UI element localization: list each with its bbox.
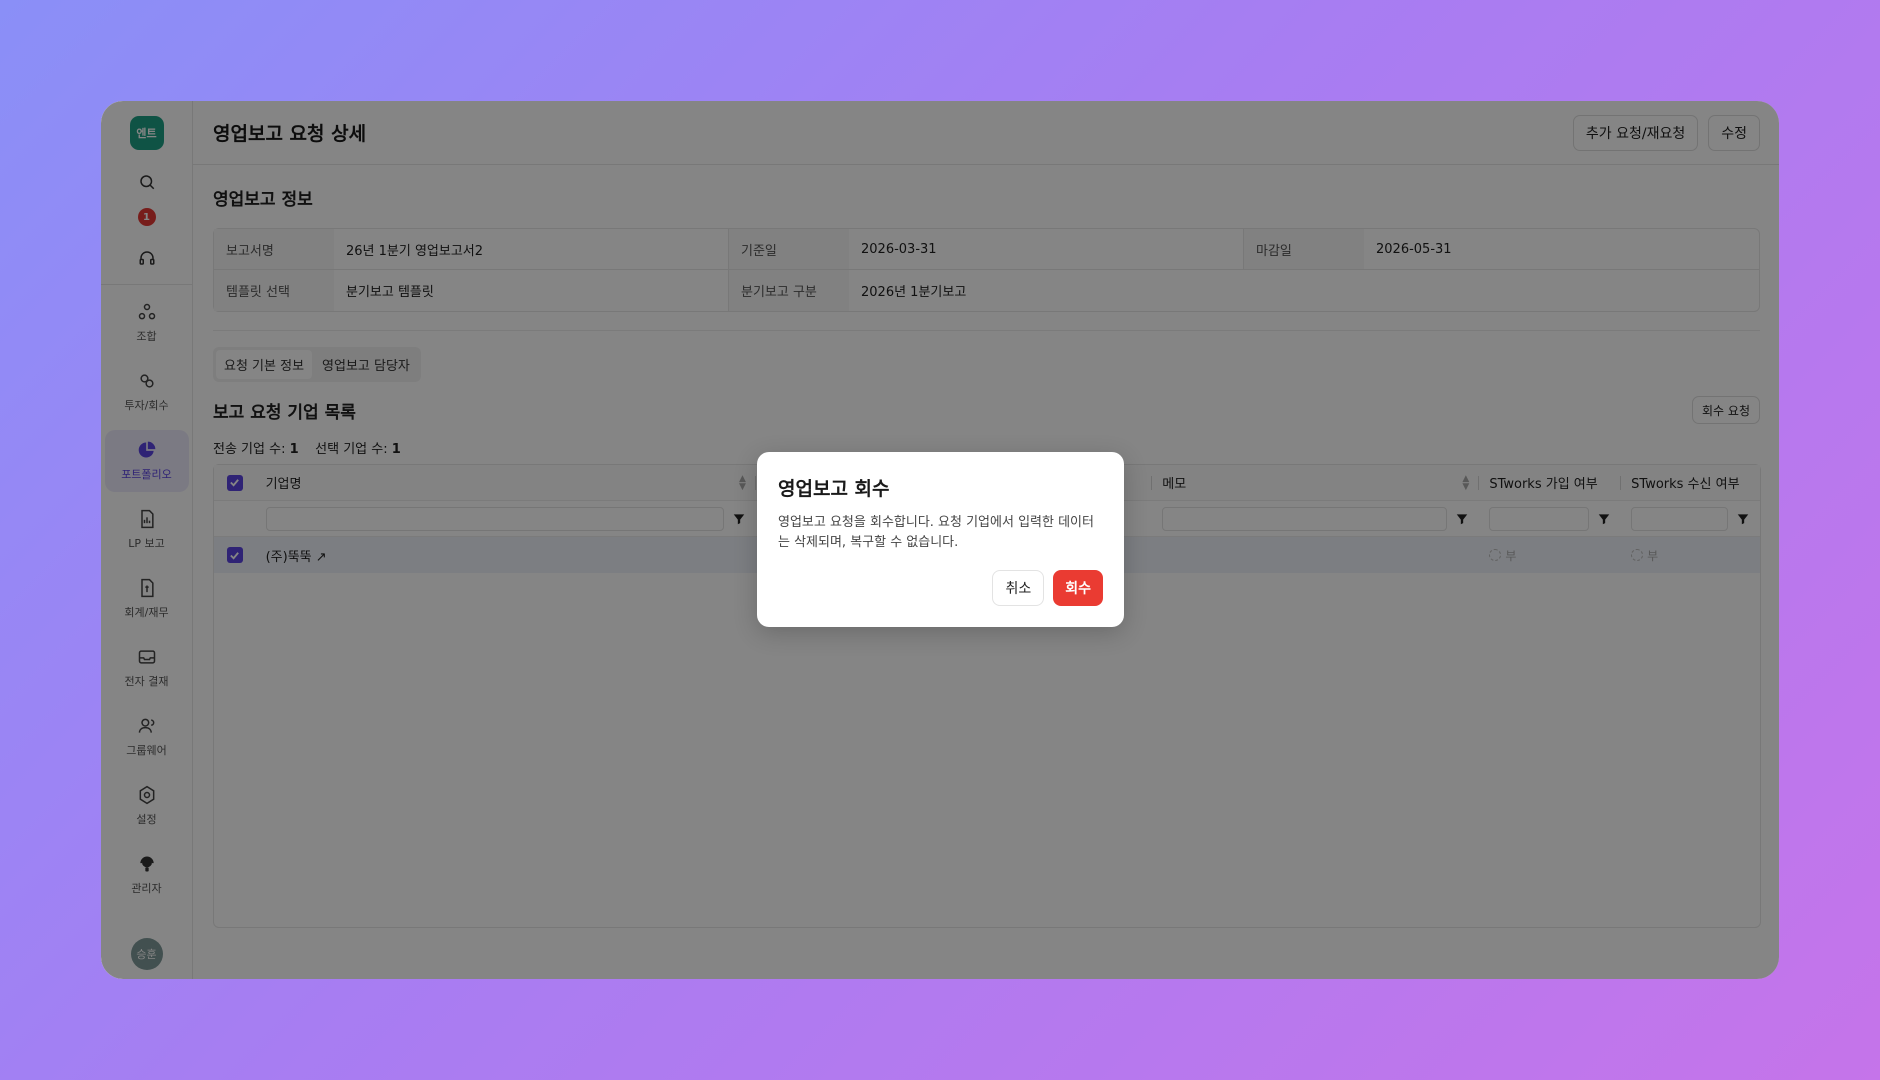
confirm-recall-button[interactable]: 회수 (1053, 570, 1103, 606)
dialog-title: 영업보고 회수 (778, 478, 890, 500)
modal-overlay: 영업보고 회수 영업보고 요청을 회수합니다. 요청 기업에서 입력한 데이터는… (0, 0, 1880, 1080)
cancel-button[interactable]: 취소 (992, 570, 1045, 606)
dialog-message: 영업보고 요청을 회수합니다. 요청 기업에서 입력한 데이터는 삭제되며, 복… (778, 515, 1094, 550)
recall-dialog: 영업보고 회수 영업보고 요청을 회수합니다. 요청 기업에서 입력한 데이터는… (757, 452, 1124, 627)
